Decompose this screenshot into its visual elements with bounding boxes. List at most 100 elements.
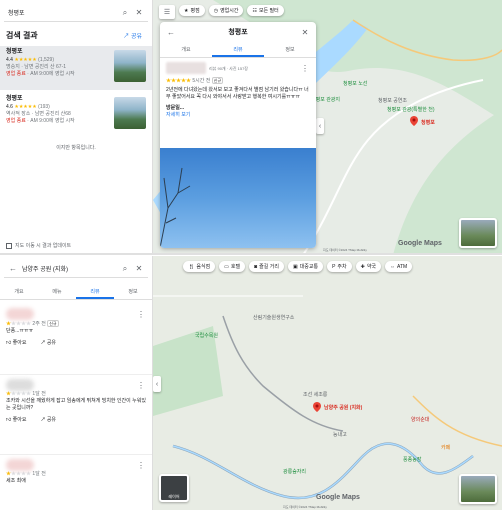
layers-label: 레이어 — [168, 494, 180, 499]
close-icon[interactable]: ✕ — [134, 264, 144, 274]
map-canvas[interactable]: 🍴︎ 음식점 ▭ 호텔 ◙ 즐길 거리 ▣ 대중교통 P 주차 ✚ 약국 ⇔ ATM 국립수목… — [153, 256, 502, 510]
street-view-thumbnail[interactable] — [459, 474, 497, 504]
chip-pharmacy[interactable]: ✚ 약국 — [355, 261, 382, 272]
bottom-screenshot: ← 남양주 공원 (지화) ⌕ ✕ 개요 메뉴 리뷰 정보 ⋮ ★★★★★ 2주… — [0, 256, 502, 510]
thumbs-up-icon: 👍︎ — [6, 340, 13, 346]
star-rating-icon: ★★★★★ — [14, 57, 37, 63]
review-meta: 리뷰 90개 · 사진 157장 — [209, 65, 248, 71]
map-copyright: 지도 데이터 ©2024 TMap Mobility — [283, 505, 327, 509]
bus-icon: ▣ — [292, 263, 298, 270]
detail-tabs: 개요 리뷰 정보 — [160, 42, 316, 58]
tab-reviews[interactable]: 리뷰 — [212, 42, 264, 57]
review-item: 리뷰 90개 · 사진 157장 ⋮ ★★★★★ 5시간 전 신규 2년전에 다… — [166, 62, 310, 119]
detail-title: 청평포 — [228, 29, 248, 36]
status-closed: 영업 종료 — [6, 71, 26, 77]
street-view-thumbnail[interactable] — [459, 218, 497, 248]
place-tabs: 개요 메뉴 리뷰 정보 — [0, 284, 152, 300]
like-button[interactable]: 👍︎ 좋아요 — [6, 417, 26, 424]
search-icon[interactable]: ⌕ — [120, 264, 130, 274]
restaurant-icon: 🍴︎ — [188, 263, 195, 270]
checkbox-icon[interactable] — [6, 242, 12, 249]
pill-icon: ✚ — [360, 263, 365, 270]
map-copyright: 지도 데이터 ©2024 TMap Mobility — [323, 248, 367, 252]
chip-hotels[interactable]: ▭ 호텔 — [219, 261, 246, 272]
chip-atm[interactable]: ⇔ ATM — [385, 261, 413, 272]
reviewer-avatar-blurred — [6, 459, 34, 471]
more-vert-icon[interactable]: ⋮ — [136, 309, 146, 319]
map-label: 국립수목원 — [195, 333, 219, 339]
close-icon[interactable]: ✕ — [300, 27, 310, 37]
bed-icon: ▭ — [224, 263, 229, 270]
more-vert-icon[interactable]: ⋮ — [136, 380, 146, 390]
search-input[interactable]: 청평포 — [8, 8, 116, 17]
map-label: 청평포 공연조 — [378, 98, 407, 104]
map-pin-icon[interactable] — [410, 116, 418, 126]
reviewer-avatar-blurred — [6, 379, 34, 391]
chip-all-filters[interactable]: ☷ 모든 필터 — [247, 5, 284, 16]
share-icon: ↗ — [123, 34, 131, 40]
chip-transit[interactable]: ▣ 대중교통 — [287, 261, 324, 272]
close-icon[interactable]: ✕ — [134, 8, 144, 18]
star-icon: ★ — [184, 7, 189, 14]
tab-overview[interactable]: 개요 — [160, 42, 212, 57]
chip-hours[interactable]: ◷ 영업시간 — [208, 5, 244, 16]
map-label: 풍종농장 — [403, 457, 422, 463]
chip-restaurants[interactable]: 🍴︎ 음식점 — [183, 261, 216, 272]
tree-branches — [160, 167, 191, 248]
map-label: 청평포 노선 — [343, 81, 368, 87]
share-button[interactable]: ↗ 공유 — [40, 417, 56, 424]
map-pin-icon[interactable] — [313, 402, 321, 412]
search-box[interactable]: 청평포 ⌕ ✕ — [4, 4, 148, 22]
more-vert-icon[interactable]: ⋮ — [300, 63, 310, 73]
result-item[interactable]: 청평포 4.4 ★★★★★ (1,529) 명승지 · 남면 공진리 산 67-… — [0, 46, 152, 90]
star-rating-icon: ★★★★★ — [166, 78, 192, 84]
filter-icon: ☷ — [252, 7, 257, 14]
map-label: 산림기술원생연구소 — [253, 315, 295, 321]
like-button[interactable]: 👍︎ 좋아요 — [6, 340, 26, 347]
update-on-move-toggle[interactable]: 지도 이동 시 결과 업데이트 — [6, 242, 71, 249]
chip-parking[interactable]: P 주차 — [327, 261, 352, 272]
star-rating-icon: ★★★★★ — [14, 104, 37, 110]
back-arrow-icon[interactable]: ← — [8, 264, 18, 274]
result-thumbnail[interactable] — [114, 50, 146, 82]
map-label: 능내고 — [333, 432, 347, 438]
category-chips: 🍴︎ 음식점 ▭ 호텔 ◙ 즐길 거리 ▣ 대중교통 P 주차 ✚ 약국 ⇔ ATM — [183, 261, 413, 272]
collapse-panel-button[interactable]: ‹ — [316, 118, 324, 134]
review-text: 세조 최애 — [6, 478, 26, 484]
search-input[interactable]: 남양주 공원 (지화) — [22, 264, 116, 273]
results-panel: 청평포 ⌕ ✕ 검색 결과 ↗ 공유 청평포 4.4 ★★★★★ (1,529)… — [0, 0, 153, 253]
parking-icon: P — [332, 263, 336, 270]
review-text: 2년전에 다녀왔는데 왔서보 보고 좋겨다서 별점 남기러 왔습니다ㅠ 너무 좋… — [166, 87, 309, 100]
review-text: 조카와 시선을 깨웠하게 잡고 임송에게 뛰쳐게 빙치한 인간이 누워있는 곳입… — [6, 398, 146, 411]
review-text: 단풍...ㅠㅠㅠ — [6, 328, 34, 334]
result-thumbnail[interactable] — [114, 97, 146, 129]
map-label: 양의순대 — [411, 417, 430, 423]
more-vert-icon[interactable]: ⋮ — [136, 460, 146, 470]
tab-overview[interactable]: 개요 — [0, 284, 38, 299]
map-terrain — [153, 256, 502, 510]
back-arrow-icon[interactable]: ← — [166, 27, 176, 37]
share-button[interactable]: ↗ 공유 — [123, 31, 142, 40]
tab-info[interactable]: 정보 — [264, 42, 316, 57]
review-photo[interactable] — [160, 148, 316, 248]
share-button[interactable]: ↗ 공유 — [40, 340, 56, 347]
google-maps-logo: Google Maps — [316, 494, 360, 501]
search-icon[interactable]: ⌕ — [120, 8, 130, 18]
tab-menu[interactable]: 메뉴 — [38, 284, 76, 299]
layers-button[interactable]: 레이어 — [159, 474, 189, 502]
top-screenshot: 청평포 ⌕ ✕ 검색 결과 ↗ 공유 청평포 4.4 ★★★★★ (1,529)… — [0, 0, 502, 255]
visit-label: 방문일... — [166, 105, 184, 111]
more-link[interactable]: 자세히 보기 — [166, 112, 310, 119]
pin-label: 청평포 — [421, 120, 435, 126]
tab-info[interactable]: 정보 — [114, 284, 152, 299]
search-box[interactable]: ← 남양주 공원 (지화) ⌕ ✕ — [4, 260, 148, 278]
map-label: 조선 세조릉 — [303, 392, 328, 398]
result-item[interactable]: 청평포 4.6 ★★★★★ (193) 역사적 장소 · 남면 공진리 산68 … — [0, 93, 152, 137]
tab-reviews[interactable]: 리뷰 — [76, 284, 114, 299]
chip-rating[interactable]: ★ 평점 — [179, 5, 205, 16]
menu-icon[interactable]: ☰ — [159, 5, 175, 19]
collapse-panel-button[interactable]: ‹ — [153, 376, 161, 392]
end-of-list-text: 이지만 항목입니다. — [56, 145, 96, 151]
reviewer-avatar-blurred — [6, 308, 34, 320]
chip-things-to-do[interactable]: ◙ 즐길 거리 — [249, 261, 284, 272]
